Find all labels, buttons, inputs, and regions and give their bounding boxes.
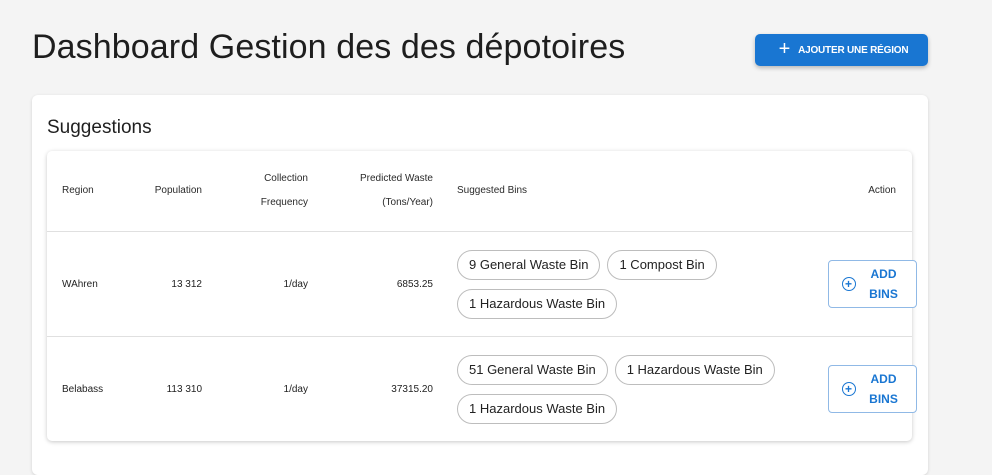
plus-icon: +: [778, 38, 791, 60]
suggestions-card: Suggestions Region Population Collection…: [32, 95, 928, 475]
bin-chip-list: 51 General Waste Bin 1 Hazardous Waste B…: [457, 354, 787, 424]
cell-action: + ADD BINS: [820, 231, 917, 337]
column-header-population: Population: [144, 151, 210, 232]
add-bins-label: ADD BINS: [869, 267, 898, 301]
cell-collection-frequency: 1/day: [283, 383, 308, 395]
bin-chip: 9 General Waste Bin: [457, 249, 601, 280]
add-bins-button[interactable]: + ADD BINS: [828, 260, 917, 308]
column-header-region: Region: [47, 151, 144, 232]
cell-action: + ADD BINS: [820, 337, 917, 442]
cell-population: 13 312: [144, 231, 210, 337]
cell-suggested-bins: 51 General Waste Bin 1 Hazardous Waste B…: [441, 337, 820, 442]
suggestions-title: Suggestions: [47, 117, 152, 138]
bin-chip: 1 Hazardous Waste Bin: [614, 354, 775, 385]
add-circle-icon: +: [841, 382, 856, 397]
add-region-label: AJOUTER UNE RÉGION: [798, 44, 909, 56]
suggestions-table-container: Region Population Collection Frequency P…: [47, 151, 917, 442]
table-header-row: Region Population Collection Frequency P…: [47, 151, 912, 232]
bin-chip-list: 9 General Waste Bin 1 Compost Bin 1 Haza…: [457, 249, 787, 319]
add-bins-label: ADD BINS: [869, 372, 898, 407]
table-row: Belabass 113 310 1/day 37315.20 51 Gener…: [47, 337, 917, 442]
column-header-action: Action: [820, 151, 912, 232]
bin-chip: 1 Hazardous Waste Bin: [457, 288, 618, 319]
add-bins-button[interactable]: + ADD BINS: [828, 365, 917, 414]
cell-collection-frequency: 1/day: [210, 231, 316, 337]
bin-chip: 51 General Waste Bin: [457, 354, 608, 385]
column-header-predicted-waste: Predicted Waste (Tons/Year): [316, 151, 441, 232]
table-row: WAhren 13 312 1/day 6853.25 9 General Wa…: [47, 231, 917, 337]
add-circle-icon: +: [841, 277, 856, 291]
column-header-suggested-bins: Suggested Bins: [441, 151, 820, 232]
column-header-collection-frequency: Collection Frequency: [210, 151, 316, 232]
cell-predicted-waste: 37315.20: [391, 383, 433, 395]
cell-population: 113 310: [166, 383, 202, 395]
cell-region: WAhren: [47, 231, 144, 337]
cell-predicted-waste: 6853.25: [316, 231, 441, 337]
cell-region: Belabass: [62, 383, 104, 395]
suggestions-table: Region Population Collection Frequency P…: [47, 151, 917, 442]
bin-chip: 1 Compost Bin: [607, 249, 717, 280]
cell-suggested-bins: 9 General Waste Bin 1 Compost Bin 1 Haza…: [441, 231, 820, 337]
add-region-button[interactable]: + AJOUTER UNE RÉGION: [755, 34, 928, 66]
bin-chip: 1 Hazardous Waste Bin: [457, 393, 618, 424]
page-title: Dashboard Gestion des des dépotoires: [32, 28, 626, 66]
